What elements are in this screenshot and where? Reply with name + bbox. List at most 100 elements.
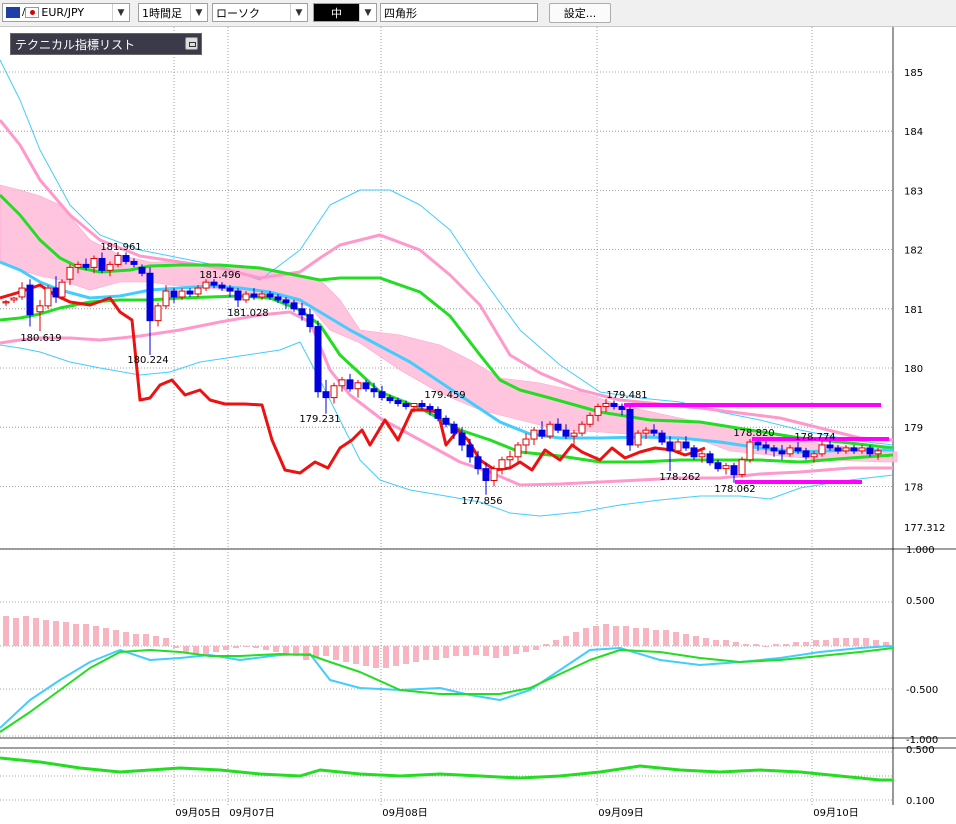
candle-body: [458, 432, 466, 446]
candle-body: [530, 429, 538, 440]
candle-body: [258, 293, 266, 298]
candle-body: [626, 408, 634, 446]
restore-icon[interactable]: [185, 37, 198, 50]
oscillator-bar: [23, 616, 29, 646]
oscillator-bar: [773, 644, 779, 646]
candle-body: [298, 308, 306, 316]
candle-body: [826, 444, 834, 449]
oscillator-axis-label: -0.500: [906, 685, 938, 696]
oscillator-bar: [13, 618, 19, 646]
oscillator-bar: [343, 646, 349, 662]
chevron-down-icon[interactable]: ▼: [359, 4, 376, 21]
currency-pair-select[interactable]: / EUR/JPY ▼: [2, 3, 130, 22]
candle-body: [234, 290, 242, 301]
chevron-down-icon[interactable]: ▼: [290, 4, 307, 21]
candle-body: [810, 453, 818, 458]
oscillator-bar: [413, 646, 419, 662]
shape-select[interactable]: 四角形: [380, 3, 538, 22]
candle-body: [866, 447, 874, 455]
candle-body: [36, 305, 44, 313]
candle-body: [250, 293, 258, 298]
candle-body: [874, 450, 882, 455]
oscillator-bar: [663, 630, 669, 646]
candle-body: [850, 447, 858, 452]
candle-body: [114, 255, 122, 265]
settings-button[interactable]: 設定...: [549, 3, 611, 23]
oscillator-bar: [303, 646, 309, 660]
jp-flag-icon: [25, 7, 40, 18]
price-axis-label: 177.312: [904, 523, 945, 534]
candle-body: [306, 314, 314, 328]
oscillator-bar: [783, 644, 789, 646]
candle-body: [130, 260, 138, 265]
date-axis-label: 09月07日: [229, 807, 274, 819]
candle-body: [634, 432, 642, 446]
candle-body: [162, 290, 170, 307]
price-annotation: 178.820: [733, 428, 774, 439]
candle-body: [418, 403, 426, 407]
oscillator-bar: [703, 638, 709, 646]
oscillator-bar: [533, 646, 539, 650]
oscillator-bar: [643, 628, 649, 646]
chart-type-select[interactable]: ローソク ▼: [212, 3, 308, 22]
technical-indicator-list[interactable]: テクニカル指標リスト: [10, 33, 202, 55]
oscillator-bar: [233, 646, 239, 648]
chevron-down-icon[interactable]: ▼: [112, 4, 129, 21]
candle-body: [714, 462, 722, 470]
candle-body: [266, 293, 274, 298]
line-width-select[interactable]: 中 ▼: [313, 3, 377, 22]
oscillator-bar: [693, 636, 699, 646]
oscillator-signal-line: [0, 645, 894, 729]
oscillator-bar: [163, 638, 169, 646]
oscillator-bar: [153, 636, 159, 646]
oscillator-bar: [743, 644, 749, 646]
price-annotation: 180.224: [127, 355, 168, 366]
price-annotation: 179.231: [299, 414, 340, 425]
oscillator-bar: [193, 646, 199, 654]
candle-body: [570, 432, 578, 437]
price-annotation: 181.028: [227, 308, 268, 319]
toolbar: / EUR/JPY ▼ 1時間足 ▼ ローソク ▼ 中 ▼ 四角形 設定...: [0, 0, 956, 27]
shape-label: 四角形: [384, 6, 417, 20]
candle-body: [658, 432, 666, 443]
candle-body: [82, 263, 90, 268]
oscillator-bar: [53, 621, 59, 646]
chart-area[interactable]: 181.961 180.619 181.496 180.224 181.028 179.2…: [0, 27, 956, 821]
oscillator-bar: [473, 646, 479, 655]
timeframe-select[interactable]: 1時間足 ▼: [138, 3, 208, 22]
candle-body: [690, 447, 698, 458]
oscillator-bar: [813, 640, 819, 646]
oscillator-bar: [543, 644, 549, 646]
candle-body: [650, 429, 658, 434]
candle-body: [522, 438, 530, 446]
candle-body: [594, 405, 602, 416]
oscillator-bar: [243, 646, 249, 647]
candle-body: [18, 287, 26, 298]
candle-body: [10, 297, 18, 301]
oscillator-bar: [173, 646, 179, 648]
oscillator-bar: [143, 634, 149, 646]
price-annotation: 178.774: [794, 432, 835, 443]
candle-body: [242, 293, 250, 301]
candle-body: [562, 429, 570, 437]
candle-body: [274, 296, 282, 301]
candle-body: [378, 391, 386, 399]
price-axis-label: 183: [904, 186, 923, 197]
candle-body: [674, 441, 682, 452]
candle-body: [834, 447, 842, 452]
candle-body: [818, 444, 826, 455]
indicator-axis-label: 0.500: [906, 745, 935, 756]
candle-body: [370, 388, 378, 393]
oscillator-bar: [763, 646, 769, 647]
date-axis-label: 09月05日: [175, 807, 220, 819]
indicator-line: [0, 756, 893, 782]
candle-body: [386, 397, 394, 402]
candle-body: [506, 456, 514, 461]
chevron-down-icon[interactable]: ▼: [190, 4, 207, 21]
oscillator-bar: [593, 626, 599, 646]
oscillator-bar: [263, 646, 269, 650]
oscillator-bar: [603, 624, 609, 646]
price-chart[interactable]: 181.961 180.619 181.496 180.224 181.028 179.2…: [0, 27, 956, 821]
candle-body: [514, 444, 522, 458]
candle-body: [226, 287, 234, 292]
